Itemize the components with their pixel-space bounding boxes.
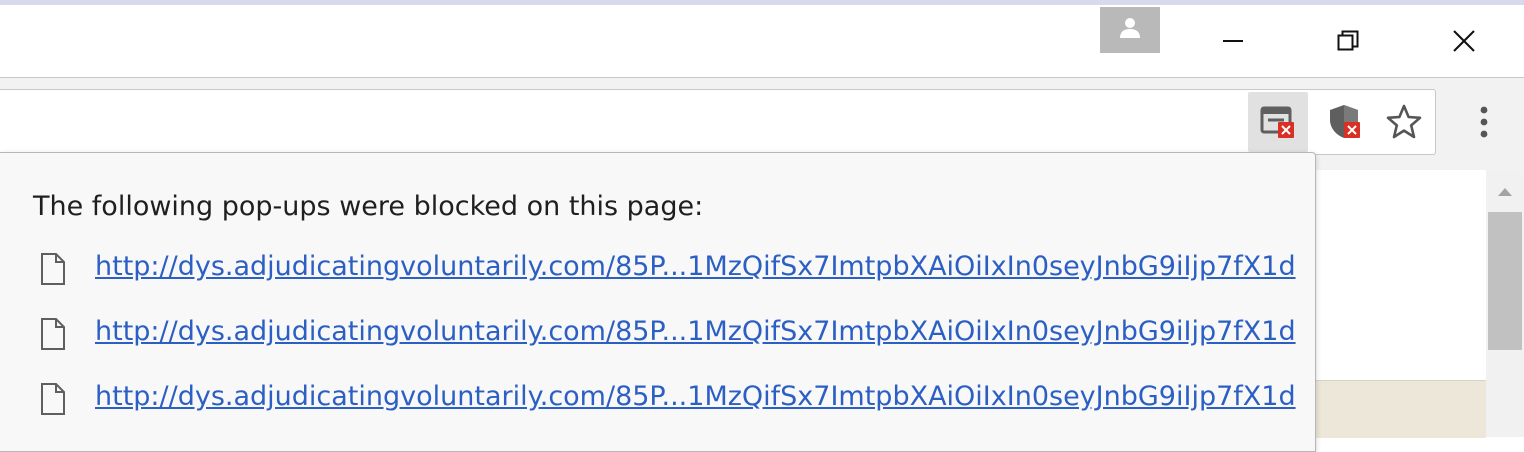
person-icon bbox=[1120, 18, 1140, 38]
blocked-popup-link[interactable]: http://dys.adjudicatingvoluntarily.com/8… bbox=[95, 381, 1296, 412]
shield-blocked-icon bbox=[1330, 105, 1360, 138]
bubble-title: The following pop-ups were blocked on th… bbox=[33, 191, 704, 222]
scrollbar-thumb[interactable] bbox=[1488, 212, 1522, 350]
triangle-up-icon bbox=[1498, 188, 1512, 196]
list-item[interactable]: http://dys.adjudicatingvoluntarily.com/8… bbox=[0, 251, 1300, 291]
bookmark-star-button[interactable] bbox=[1374, 92, 1434, 152]
document-icon bbox=[41, 253, 65, 285]
popup-blocked-icon bbox=[1260, 106, 1294, 138]
title-bar bbox=[0, 5, 1524, 77]
blocked-popup-link[interactable]: http://dys.adjudicatingvoluntarily.com/8… bbox=[95, 251, 1296, 282]
star-icon bbox=[1386, 104, 1422, 139]
close-icon bbox=[1453, 30, 1475, 52]
profile-button[interactable] bbox=[1100, 7, 1160, 53]
page-scrollbar[interactable] bbox=[1486, 170, 1524, 437]
browser-menu-button[interactable] bbox=[1460, 92, 1508, 152]
document-icon bbox=[41, 318, 65, 350]
minimize-icon bbox=[1223, 40, 1243, 42]
page-content-panel bbox=[1310, 380, 1486, 438]
scroll-up-button[interactable] bbox=[1486, 178, 1524, 206]
address-bar[interactable] bbox=[0, 89, 1436, 155]
popup-blocked-bubble: The following pop-ups were blocked on th… bbox=[0, 152, 1316, 452]
shield-button[interactable] bbox=[1314, 92, 1374, 152]
minimize-button[interactable] bbox=[1203, 5, 1263, 77]
kebab-menu-icon bbox=[1480, 106, 1488, 138]
close-button[interactable] bbox=[1434, 5, 1494, 77]
document-icon bbox=[41, 383, 65, 415]
list-item[interactable]: http://dys.adjudicatingvoluntarily.com/8… bbox=[0, 381, 1300, 421]
restore-icon bbox=[1337, 30, 1359, 51]
restore-button[interactable] bbox=[1318, 5, 1378, 77]
popup-blocked-button[interactable] bbox=[1248, 92, 1308, 152]
blocked-popup-link[interactable]: http://dys.adjudicatingvoluntarily.com/8… bbox=[95, 316, 1296, 347]
list-item[interactable]: http://dys.adjudicatingvoluntarily.com/8… bbox=[0, 316, 1300, 356]
